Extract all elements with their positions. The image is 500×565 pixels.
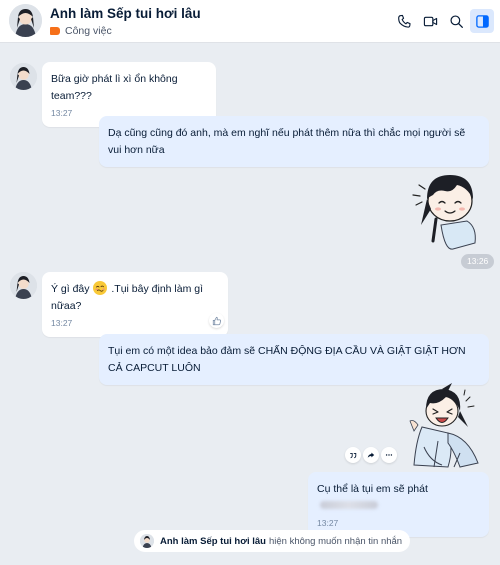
contact-name[interactable]: Anh làm Sếp tui hơi lâu bbox=[50, 6, 201, 21]
message-time: 13:27 bbox=[51, 318, 73, 328]
woozy-face-emoji bbox=[93, 281, 108, 295]
sidebar-toggle-icon[interactable] bbox=[470, 9, 494, 33]
chat-header: Anh làm Sếp tui hơi lâu Công việc bbox=[0, 0, 500, 43]
time-separator: 13:26 bbox=[461, 254, 495, 269]
forward-icon[interactable] bbox=[363, 447, 379, 463]
blocked-notice: Anh làm Sếp tui hơi lâu hiện không muốn … bbox=[134, 530, 411, 552]
message-text: Dạ cũng cũng đó anh, mà em nghĩ nếu phát… bbox=[108, 127, 466, 156]
blurred-text bbox=[320, 501, 378, 509]
search-icon[interactable] bbox=[444, 9, 468, 33]
quote-icon[interactable] bbox=[345, 447, 361, 463]
sticker-smiling-boy[interactable] bbox=[405, 165, 483, 251]
tag-flag-icon bbox=[50, 27, 60, 35]
message-bubble[interactable]: Dạ cũng cũng đó anh, mà em nghĩ nếu phát… bbox=[99, 116, 489, 167]
status-text: hiện không muốn nhận tin nhắn bbox=[268, 535, 403, 547]
label-tag[interactable]: Công việc bbox=[50, 24, 112, 38]
more-icon[interactable] bbox=[381, 447, 397, 463]
message-text: Cụ thể là tụi em sẽ phát bbox=[317, 483, 428, 495]
message-bubble[interactable]: Tụi em có một idea bảo đảm sẽ CHẤN ĐỘNG … bbox=[99, 334, 489, 385]
sender-avatar[interactable] bbox=[10, 272, 37, 299]
video-call-icon[interactable] bbox=[418, 9, 442, 33]
sender-avatar[interactable] bbox=[10, 63, 37, 90]
like-icon[interactable] bbox=[209, 313, 224, 328]
tag-label: Công việc bbox=[65, 25, 112, 37]
message-text-line: Cụ thể là tụi em sẽ phát bbox=[317, 481, 479, 515]
contact-avatar[interactable] bbox=[9, 4, 42, 37]
message-text: Ý gì đây bbox=[51, 283, 90, 295]
message-list[interactable]: Bữa giờ phát lì xì ổn không team??? 13:2… bbox=[0, 43, 500, 565]
status-name: Anh làm Sếp tui hơi lâu bbox=[160, 535, 266, 547]
message-text: Bữa giờ phát lì xì ổn không team??? bbox=[51, 73, 178, 102]
message-time: 13:27 bbox=[317, 518, 339, 528]
message-bubble[interactable]: Ý gì đây .Tụi bây định làm gì nữaa? 13:2… bbox=[42, 272, 228, 337]
message-actions bbox=[343, 447, 397, 463]
header-actions bbox=[390, 9, 494, 33]
status-avatar bbox=[140, 534, 154, 548]
sticker-laughing-boy[interactable] bbox=[408, 381, 484, 469]
message-text: Tụi em có một idea bảo đảm sẽ CHẤN ĐỘNG … bbox=[108, 345, 466, 374]
message-text-line: Ý gì đây .Tụi bây định làm gì nữaa? bbox=[51, 281, 218, 315]
message-bubble[interactable]: Cụ thể là tụi em sẽ phát 13:27 bbox=[308, 472, 489, 537]
phone-icon[interactable] bbox=[392, 9, 416, 33]
